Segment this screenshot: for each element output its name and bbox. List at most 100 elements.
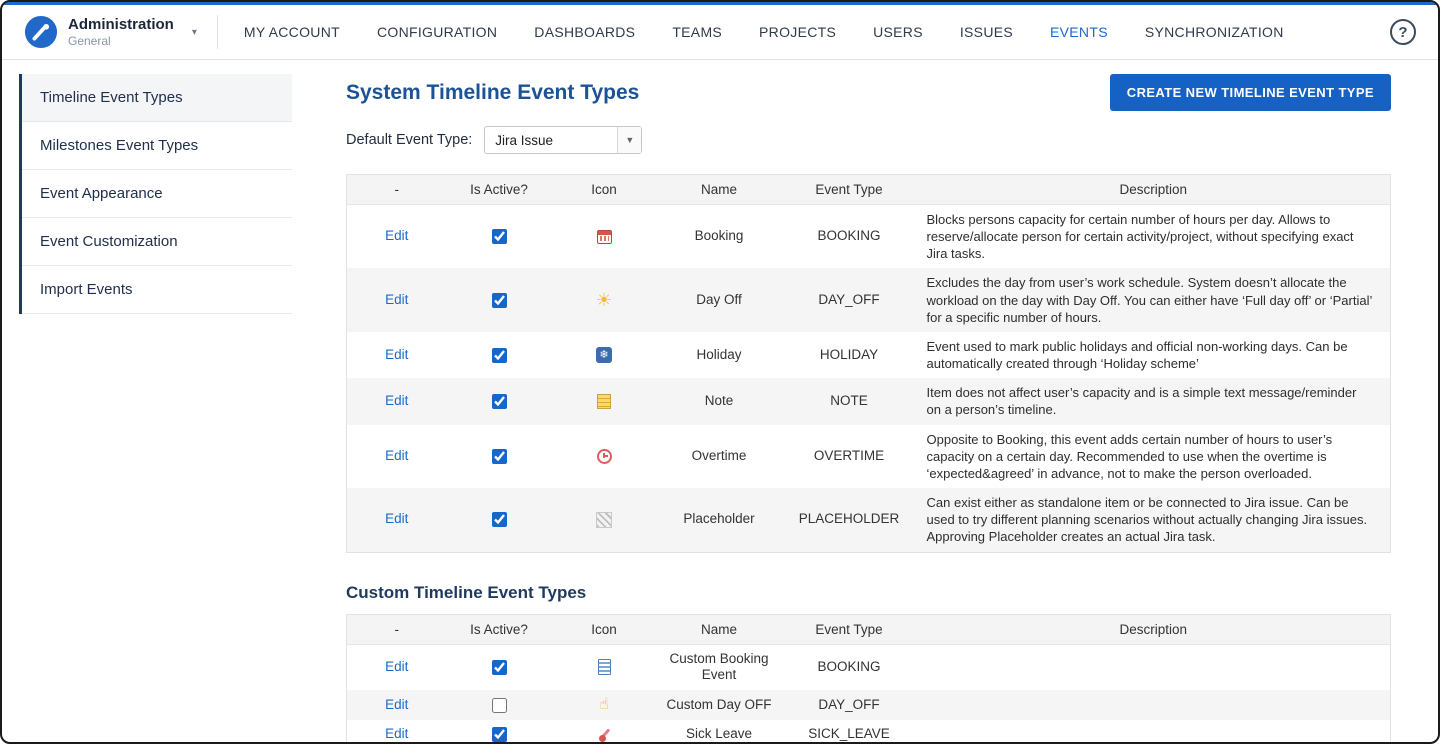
column-header-is-active: Is Active?	[447, 614, 552, 644]
hatch-icon	[596, 512, 612, 528]
edit-link[interactable]: Edit	[385, 347, 408, 362]
column-header-action: -	[347, 175, 447, 205]
edit-link[interactable]: Edit	[385, 697, 408, 712]
is-active-checkbox[interactable]	[492, 660, 507, 675]
is-active-checkbox[interactable]	[492, 512, 507, 527]
table-row: Edit Custom Booking Event BOOKING	[347, 644, 1391, 690]
nav-item-teams[interactable]: TEAMS	[672, 24, 722, 40]
is-active-checkbox[interactable]	[492, 449, 507, 464]
sidebar-item-timeline-event-types[interactable]: Timeline Event Types	[22, 74, 292, 122]
page-title: System Timeline Event Types	[346, 81, 639, 105]
column-header-name: Name	[657, 614, 782, 644]
is-active-checkbox[interactable]	[492, 348, 507, 363]
default-event-type-select[interactable]: Jira Issue ▼	[484, 126, 642, 154]
table-header: - Is Active? Icon Name Event Type Descri…	[347, 614, 1391, 644]
event-name: Placeholder	[657, 488, 782, 552]
column-header-event-type: Event Type	[782, 614, 917, 644]
nav-item-users[interactable]: USERS	[873, 24, 923, 40]
event-type: OVERTIME	[782, 425, 917, 488]
help-icon[interactable]: ?	[1390, 19, 1416, 45]
create-new-timeline-event-type-button[interactable]: CREATE NEW TIMELINE EVENT TYPE	[1110, 74, 1391, 111]
event-type: BOOKING	[782, 205, 917, 269]
chevron-down-icon: ▾	[192, 27, 197, 38]
clock-icon	[597, 449, 612, 464]
table-row: Edit Placeholder PLACEHOLDER Can exist e…	[347, 488, 1391, 552]
title-row: System Timeline Event Types CREATE NEW T…	[346, 74, 1391, 111]
edit-link[interactable]: Edit	[385, 292, 408, 307]
nav-item-dashboards[interactable]: DASHBOARDS	[534, 24, 635, 40]
divider	[217, 15, 218, 49]
event-description: Item does not affect user’s capacity and…	[917, 378, 1391, 424]
brand-subtitle: General	[68, 34, 174, 48]
administration-menu[interactable]: Administration General ▾	[24, 15, 197, 49]
table-row: Edit ☀ Day Off DAY_OFF Excludes the day …	[347, 268, 1391, 331]
event-description: Event used to mark public holidays and o…	[917, 332, 1391, 378]
nav-item-projects[interactable]: PROJECTS	[759, 24, 836, 40]
event-name: Sick Leave	[657, 720, 782, 744]
event-name: Holiday	[657, 332, 782, 378]
sidebar-item-event-customization[interactable]: Event Customization	[22, 218, 292, 266]
table-row: Edit Sick Leave SICK_LEAVE	[347, 720, 1391, 744]
main-content: System Timeline Event Types CREATE NEW T…	[346, 60, 1438, 744]
event-type: SICK_LEAVE	[782, 720, 917, 744]
event-name: Day Off	[657, 268, 782, 331]
table-row: Edit Note NOTE Item does not affect user…	[347, 378, 1391, 424]
column-header-icon: Icon	[552, 175, 657, 205]
app-logo-icon	[24, 15, 58, 49]
table-row: Edit ☝ Custom Day OFF DAY_OFF	[347, 690, 1391, 720]
is-active-checkbox[interactable]	[492, 229, 507, 244]
event-description	[917, 690, 1391, 720]
is-active-checkbox[interactable]	[492, 698, 507, 713]
custom-section-title: Custom Timeline Event Types	[346, 583, 1391, 603]
default-event-type-row: Default Event Type: Jira Issue ▼	[346, 126, 1391, 154]
nav-item-synchronization[interactable]: SYNCHRONIZATION	[1145, 24, 1284, 40]
default-event-type-label: Default Event Type:	[346, 132, 472, 148]
pointer-icon: ☝	[595, 696, 613, 714]
nav-item-my-account[interactable]: MY ACCOUNT	[244, 24, 340, 40]
sidebar-item-event-appearance[interactable]: Event Appearance	[22, 170, 292, 218]
event-type: NOTE	[782, 378, 917, 424]
nav-item-issues[interactable]: ISSUES	[960, 24, 1013, 40]
event-description: Can exist either as standalone item or b…	[917, 488, 1391, 552]
custom-event-types-table: - Is Active? Icon Name Event Type Descri…	[346, 614, 1391, 744]
nav-item-events[interactable]: EVENTS	[1050, 24, 1108, 40]
sun-icon: ☀	[595, 291, 613, 309]
event-name: Custom Day OFF	[657, 690, 782, 720]
chevron-down-icon[interactable]: ▼	[617, 127, 641, 153]
event-name: Overtime	[657, 425, 782, 488]
edit-link[interactable]: Edit	[385, 511, 408, 526]
is-active-checkbox[interactable]	[492, 727, 507, 742]
edit-link[interactable]: Edit	[385, 393, 408, 408]
event-name: Note	[657, 378, 782, 424]
calendar-icon	[597, 230, 612, 244]
is-active-checkbox[interactable]	[492, 394, 507, 409]
brand-text: Administration General	[68, 16, 174, 47]
nav-item-configuration[interactable]: CONFIGURATION	[377, 24, 497, 40]
app-window: Administration General ▾ MY ACCOUNT CONFI…	[0, 0, 1440, 744]
event-type: PLACEHOLDER	[782, 488, 917, 552]
edit-link[interactable]: Edit	[385, 659, 408, 674]
top-navigation-bar: Administration General ▾ MY ACCOUNT CONFI…	[2, 5, 1438, 60]
column-header-description: Description	[917, 614, 1391, 644]
default-event-type-value: Jira Issue	[485, 127, 617, 153]
table-header: - Is Active? Icon Name Event Type Descri…	[347, 175, 1391, 205]
event-description	[917, 644, 1391, 690]
column-header-action: -	[347, 614, 447, 644]
edit-link[interactable]: Edit	[385, 726, 408, 741]
sidebar-item-milestones-event-types[interactable]: Milestones Event Types	[22, 122, 292, 170]
column-header-name: Name	[657, 175, 782, 205]
sidebar: Timeline Event TypesMilestones Event Typ…	[2, 60, 346, 744]
edit-link[interactable]: Edit	[385, 448, 408, 463]
event-type: DAY_OFF	[782, 690, 917, 720]
is-active-checkbox[interactable]	[492, 293, 507, 308]
page-body: Timeline Event TypesMilestones Event Typ…	[2, 60, 1438, 744]
table-row: Edit Booking BOOKING Blocks persons capa…	[347, 205, 1391, 269]
thermometer-icon	[596, 727, 612, 743]
sidebar-item-import-events[interactable]: Import Events	[22, 266, 292, 314]
event-name: Custom Booking Event	[657, 644, 782, 690]
table-row: Edit ❄ Holiday HOLIDAY Event used to mar…	[347, 332, 1391, 378]
snowflake-icon: ❄	[596, 347, 612, 363]
event-description: Opposite to Booking, this event adds cer…	[917, 425, 1391, 488]
sidebar-menu: Timeline Event TypesMilestones Event Typ…	[19, 74, 292, 314]
edit-link[interactable]: Edit	[385, 228, 408, 243]
